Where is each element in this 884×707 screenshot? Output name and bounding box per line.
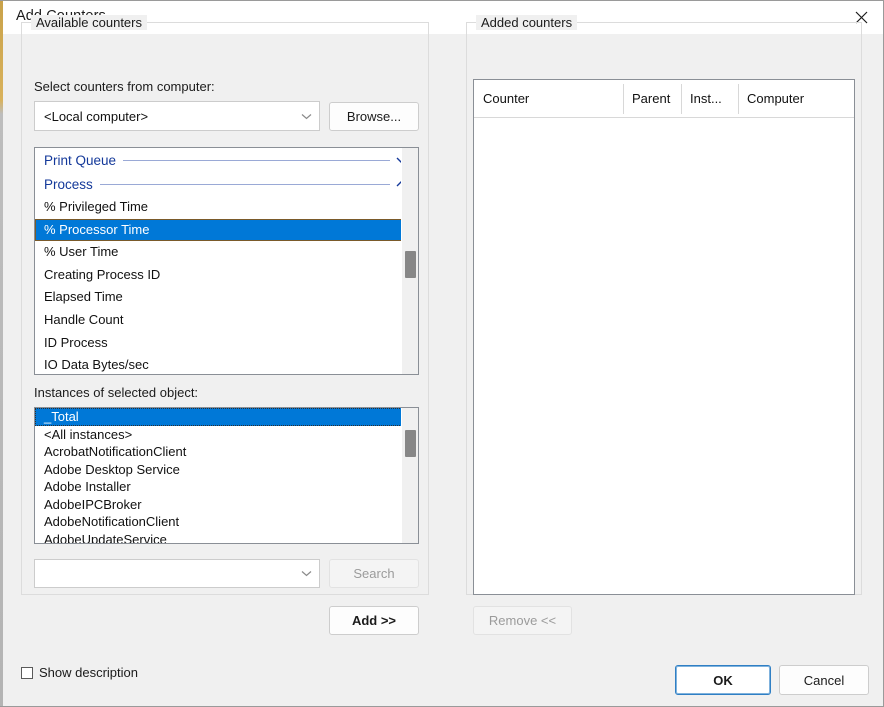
counter-group-name: Process bbox=[44, 177, 100, 192]
add-counters-dialog: Add Counters Available counters Select c… bbox=[0, 0, 884, 707]
cancel-button[interactable]: Cancel bbox=[779, 665, 869, 695]
instance-list-item[interactable]: Adobe Desktop Service bbox=[35, 461, 418, 479]
instances-list[interactable]: _Total<All instances>AcrobatNotification… bbox=[34, 407, 419, 544]
added-counters-table-body bbox=[474, 119, 854, 594]
instance-list-item[interactable]: Adobe Installer bbox=[35, 478, 418, 496]
counter-list-item[interactable]: Elapsed Time bbox=[35, 286, 418, 309]
window-left-accent-stripe bbox=[0, 1, 3, 707]
added-counters-legend: Added counters bbox=[476, 15, 577, 30]
browse-button[interactable]: Browse... bbox=[329, 102, 419, 131]
instance-list-item[interactable]: AdobeIPCBroker bbox=[35, 496, 418, 514]
select-computer-label: Select counters from computer: bbox=[34, 79, 215, 94]
remove-button[interactable]: Remove << bbox=[473, 606, 572, 635]
instance-list-item[interactable]: AdobeNotificationClient bbox=[35, 513, 418, 531]
instances-list-scroll-thumb[interactable] bbox=[405, 430, 416, 457]
table-column-header[interactable]: Inst... bbox=[681, 80, 738, 118]
instances-label: Instances of selected object: bbox=[34, 385, 198, 400]
instance-list-item[interactable]: AcrobatNotificationClient bbox=[35, 443, 418, 461]
column-divider[interactable] bbox=[738, 84, 739, 114]
instance-list-item[interactable]: _Total bbox=[35, 408, 418, 426]
counter-group-rule bbox=[123, 160, 390, 161]
counters-list-scroll-thumb[interactable] bbox=[405, 251, 416, 278]
counter-list-item[interactable]: % Privileged Time bbox=[35, 196, 418, 219]
ok-button[interactable]: OK bbox=[675, 665, 771, 695]
counter-group-name: Print Queue bbox=[44, 153, 123, 168]
chevron-down-icon bbox=[293, 113, 319, 120]
counter-list-item[interactable]: % User Time bbox=[35, 241, 418, 264]
table-column-header[interactable]: Computer bbox=[738, 80, 855, 118]
instance-list-item[interactable]: <All instances> bbox=[35, 426, 418, 444]
counter-group-header[interactable]: Process bbox=[35, 172, 418, 196]
available-counters-list[interactable]: Print Queue Process % Privileged Time% Pro… bbox=[34, 147, 419, 375]
counter-list-item[interactable]: IO Data Bytes/sec bbox=[35, 354, 418, 374]
instances-list-scrollbar[interactable] bbox=[401, 408, 418, 543]
search-combobox[interactable] bbox=[34, 559, 320, 588]
column-divider[interactable] bbox=[681, 84, 682, 114]
added-counters-table-header: CounterParentInst...Computer bbox=[474, 80, 854, 118]
available-counters-legend: Available counters bbox=[31, 15, 147, 30]
table-column-header[interactable]: Counter bbox=[474, 80, 623, 118]
column-divider[interactable] bbox=[623, 84, 624, 114]
show-description-checkbox[interactable]: Show description bbox=[21, 665, 138, 680]
counter-group-rule bbox=[100, 184, 390, 185]
counter-list-item[interactable]: ID Process bbox=[35, 332, 418, 355]
counter-list-item[interactable]: Creating Process ID bbox=[35, 264, 418, 287]
counter-list-item[interactable]: Handle Count bbox=[35, 309, 418, 332]
chevron-down-icon bbox=[293, 570, 319, 577]
instance-list-item[interactable]: AdobeUpdateService bbox=[35, 531, 418, 544]
computer-select-value: <Local computer> bbox=[35, 109, 293, 124]
table-column-header[interactable]: Parent bbox=[623, 80, 681, 118]
computer-select-combobox[interactable]: <Local computer> bbox=[34, 101, 320, 131]
show-description-label: Show description bbox=[39, 665, 138, 680]
counter-list-item[interactable]: % Processor Time bbox=[35, 219, 418, 242]
counters-list-scrollbar[interactable] bbox=[401, 148, 418, 374]
added-counters-table[interactable]: CounterParentInst...Computer bbox=[473, 79, 855, 595]
add-button[interactable]: Add >> bbox=[329, 606, 419, 635]
search-button[interactable]: Search bbox=[329, 559, 419, 588]
counter-group-header[interactable]: Print Queue bbox=[35, 148, 418, 172]
checkbox-box bbox=[21, 667, 33, 679]
